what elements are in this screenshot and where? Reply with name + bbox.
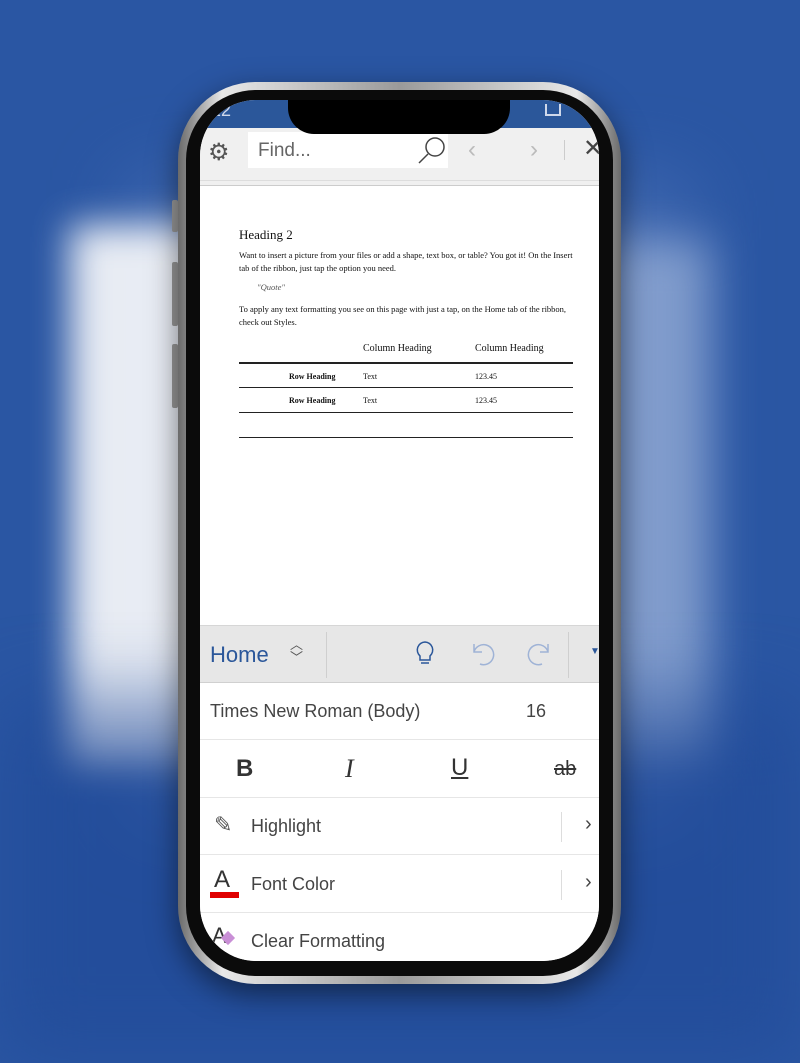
divider xyxy=(561,870,562,900)
font-name-selector[interactable]: Times New Roman (Body) xyxy=(210,701,420,722)
divider xyxy=(200,180,599,186)
underline-button[interactable]: U xyxy=(451,754,468,782)
paragraph: Want to insert a picture from your files… xyxy=(239,250,573,273)
italic-button[interactable]: I xyxy=(345,754,354,784)
font-color-row[interactable]: A Font Color › xyxy=(200,856,599,913)
font-row[interactable]: Times New Roman (Body) 16 xyxy=(200,683,599,740)
chevron-up-down-icon[interactable]: ︿ ﹀ xyxy=(290,638,303,664)
highlighter-icon: ✎ xyxy=(214,812,233,837)
gear-icon[interactable]: ⚙ xyxy=(208,138,230,167)
divider xyxy=(564,140,565,160)
chevron-right-icon[interactable]: › xyxy=(530,136,538,164)
strikethrough-button[interactable]: ab xyxy=(554,758,576,781)
column-heading: Column Heading xyxy=(475,343,544,354)
font-size-selector[interactable]: 16 xyxy=(526,701,546,722)
close-icon[interactable]: ✕ xyxy=(583,134,599,163)
chevron-right-icon[interactable]: › xyxy=(585,871,592,894)
chevron-left-icon[interactable]: ‹ xyxy=(468,136,476,164)
lightbulb-icon[interactable] xyxy=(414,640,436,668)
table-cell: 123.45 xyxy=(475,396,497,405)
font-color-icon: A xyxy=(214,866,231,893)
format-buttons-row: B I U ab xyxy=(200,741,599,798)
row-heading: Row Heading xyxy=(289,396,336,405)
heading: Heading 2 xyxy=(239,227,293,242)
clear-formatting-label: Clear Formatting xyxy=(251,931,386,951)
paragraph: To apply any text formatting you see on … xyxy=(239,304,567,327)
wifi-icon xyxy=(573,104,589,114)
divider xyxy=(326,632,327,678)
clear-formatting-row[interactable]: A Clear Formatting xyxy=(200,913,599,961)
font-color-label: Font Color xyxy=(251,874,336,894)
divider xyxy=(568,632,569,678)
table-cell: Text xyxy=(363,396,378,405)
ribbon-header: Home ︿ ﹀ ▼ xyxy=(200,625,599,683)
highlight-label: Highlight xyxy=(251,816,322,836)
table-rule xyxy=(239,362,573,364)
ribbon-tab-selector[interactable]: Home xyxy=(210,642,269,668)
clear-formatting-icon: A xyxy=(212,923,235,949)
table-rule xyxy=(239,437,573,438)
find-placeholder: Find... xyxy=(258,140,311,161)
row-heading: Row Heading xyxy=(289,372,336,381)
table-cell: 123.45 xyxy=(475,372,497,381)
table-rule xyxy=(239,412,573,413)
table-rule xyxy=(239,387,573,388)
highlight-row[interactable]: ✎ Highlight › xyxy=(200,798,599,855)
redo-icon[interactable] xyxy=(526,640,552,666)
undo-icon[interactable] xyxy=(470,640,496,666)
phone-screen: 12:22 ⚙ Find... ‹ › ✕ Heading 2 Want to … xyxy=(200,100,599,961)
font-color-swatch xyxy=(210,892,239,898)
vibrate-icon xyxy=(545,104,561,116)
document-page[interactable]: Heading 2 Want to insert a picture from … xyxy=(200,187,599,625)
divider xyxy=(561,812,562,842)
bold-button[interactable]: B xyxy=(236,755,253,783)
chevron-right-icon[interactable]: › xyxy=(585,813,592,836)
find-bar: ⚙ Find... ‹ › ✕ xyxy=(200,128,599,180)
search-icon[interactable] xyxy=(416,136,446,166)
table-cell: Text xyxy=(363,372,378,381)
column-heading: Column Heading xyxy=(363,343,432,354)
status-time: 12:22 xyxy=(200,100,232,120)
quote: "Quote" xyxy=(257,282,285,292)
notch xyxy=(288,100,510,134)
dropdown-arrow-icon[interactable]: ▼ xyxy=(590,646,599,657)
